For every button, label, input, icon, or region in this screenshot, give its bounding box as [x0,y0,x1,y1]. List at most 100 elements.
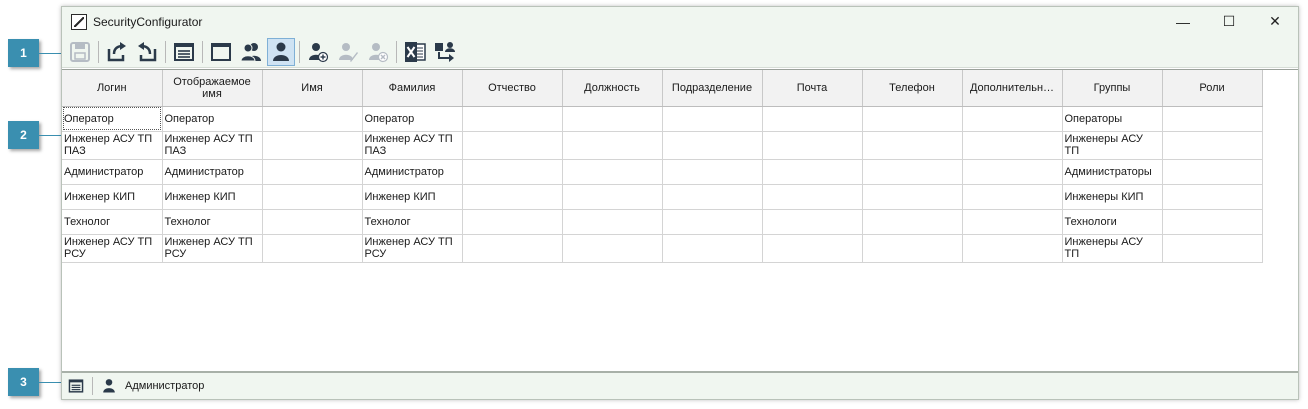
column-header[interactable]: Отображаемое имя [162,70,263,107]
table-cell[interactable] [462,159,563,185]
table-cell[interactable]: Администраторы [1062,159,1163,185]
list-view-button[interactable] [170,38,198,66]
table-cell[interactable] [562,234,663,263]
table-cell[interactable] [862,234,963,263]
table-cell[interactable] [762,234,863,263]
table-cell[interactable] [762,106,863,132]
table-cell[interactable] [1162,131,1263,160]
table-cell[interactable]: Инженеры АСУ ТП [1062,131,1163,160]
table-cell[interactable] [862,184,963,210]
column-header[interactable]: Отчество [462,70,563,107]
table-row[interactable]: Оператор Оператор Оператор Операторы [62,106,1263,132]
export-button[interactable] [103,38,131,66]
minimize-button[interactable]: — [1160,7,1206,36]
table-cell[interactable] [762,209,863,235]
table-cell[interactable]: Инженеры АСУ ТП [1062,234,1163,263]
table-cell[interactable] [262,209,363,235]
table-cell[interactable]: Администратор [362,159,463,185]
table-cell[interactable]: Технологи [1062,209,1163,235]
table-cell[interactable] [1162,184,1263,210]
table-cell[interactable] [562,184,663,210]
column-header[interactable]: Группы [1062,70,1163,107]
table-cell[interactable]: Инженер АСУ ТП ПАЗ [362,131,463,160]
table-row[interactable]: Технолог Технолог Технолог Технологи [62,209,1263,235]
table-cell[interactable]: Операторы [1062,106,1163,132]
table-cell[interactable] [562,106,663,132]
list-view-status-button[interactable] [66,376,86,396]
table-cell[interactable] [462,131,563,160]
table-row[interactable]: Инженер АСУ ТП ПАЗ Инженер АСУ ТП ПАЗ Инже… [62,131,1263,160]
table-cell[interactable] [862,131,963,160]
table-cell[interactable]: Инженер АСУ ТП ПАЗ [62,131,163,160]
column-header[interactable]: Логин [62,70,163,107]
maximize-button[interactable]: ☐ [1206,7,1252,36]
table-cell[interactable]: Администратор [62,159,163,185]
users-grid[interactable]: Логин Отображаемое имя Имя Фамилия Отчество Д… [62,69,1298,371]
column-header[interactable]: Почта [762,70,863,107]
close-button[interactable]: ✕ [1252,7,1298,36]
table-cell[interactable] [662,184,763,210]
groups-button[interactable] [237,38,265,66]
column-header[interactable]: Роли [1162,70,1263,107]
table-cell[interactable] [962,159,1063,185]
table-cell[interactable] [662,131,763,160]
table-row[interactable]: Инженер КИП Инженер КИП Инженер КИП Инженер… [62,184,1263,210]
column-header[interactable]: Имя [262,70,363,107]
import-button[interactable] [133,38,161,66]
table-cell[interactable] [1162,106,1263,132]
transfer-users-button[interactable] [431,38,459,66]
table-cell[interactable] [962,234,1063,263]
table-cell[interactable] [862,159,963,185]
table-cell[interactable]: Инженер АСУ ТП РСУ [162,234,263,263]
table-cell[interactable] [1162,234,1263,263]
column-header[interactable]: Дополнительн… [962,70,1063,107]
column-header[interactable]: Должность [562,70,663,107]
table-cell[interactable]: Инженер АСУ ТП ПАЗ [162,131,263,160]
column-header[interactable]: Подразделение [662,70,763,107]
table-cell[interactable] [862,106,963,132]
table-cell[interactable] [462,106,563,132]
table-cell[interactable]: Оператор [162,106,263,132]
table-cell[interactable] [462,209,563,235]
table-cell[interactable] [862,209,963,235]
table-cell[interactable]: Инженеры КИП [1062,184,1163,210]
table-cell[interactable] [462,184,563,210]
delete-user-button[interactable] [364,38,392,66]
table-cell[interactable] [662,234,763,263]
table-cell[interactable] [262,131,363,160]
table-cell[interactable]: Оператор [62,106,163,132]
table-cell[interactable] [462,234,563,263]
table-cell[interactable] [262,106,363,132]
table-cell[interactable]: Инженер КИП [162,184,263,210]
window-button[interactable] [207,38,235,66]
column-header[interactable]: Телефон [862,70,963,107]
users-button[interactable] [267,37,295,66]
table-cell[interactable] [762,159,863,185]
table-cell[interactable]: Инженер КИП [62,184,163,210]
table-cell[interactable] [962,209,1063,235]
table-cell[interactable]: Технолог [62,209,163,235]
edit-user-button[interactable] [334,38,362,66]
table-row[interactable]: Администратор Администратор Администратор А… [62,159,1263,185]
add-user-button[interactable] [304,38,332,66]
table-cell[interactable] [562,209,663,235]
save-button[interactable] [66,38,94,66]
table-row[interactable]: Инженер АСУ ТП РСУ Инженер АСУ ТП РСУ Инже… [62,234,1263,263]
table-cell[interactable] [962,106,1063,132]
table-cell[interactable] [562,131,663,160]
table-cell[interactable] [262,159,363,185]
table-cell[interactable]: Администратор [162,159,263,185]
table-cell[interactable] [262,234,363,263]
table-cell[interactable] [662,106,763,132]
table-cell[interactable]: Инженер АСУ ТП РСУ [62,234,163,263]
table-cell[interactable] [562,159,663,185]
table-cell[interactable]: Инженер АСУ ТП РСУ [362,234,463,263]
table-cell[interactable] [962,131,1063,160]
excel-export-button[interactable] [401,38,429,66]
title-bar[interactable]: SecurityConfigurator — ☐ ✕ [62,7,1298,36]
table-cell[interactable] [1162,209,1263,235]
table-cell[interactable] [262,184,363,210]
table-cell[interactable] [762,184,863,210]
table-cell[interactable]: Технолог [162,209,263,235]
table-cell[interactable]: Оператор [362,106,463,132]
